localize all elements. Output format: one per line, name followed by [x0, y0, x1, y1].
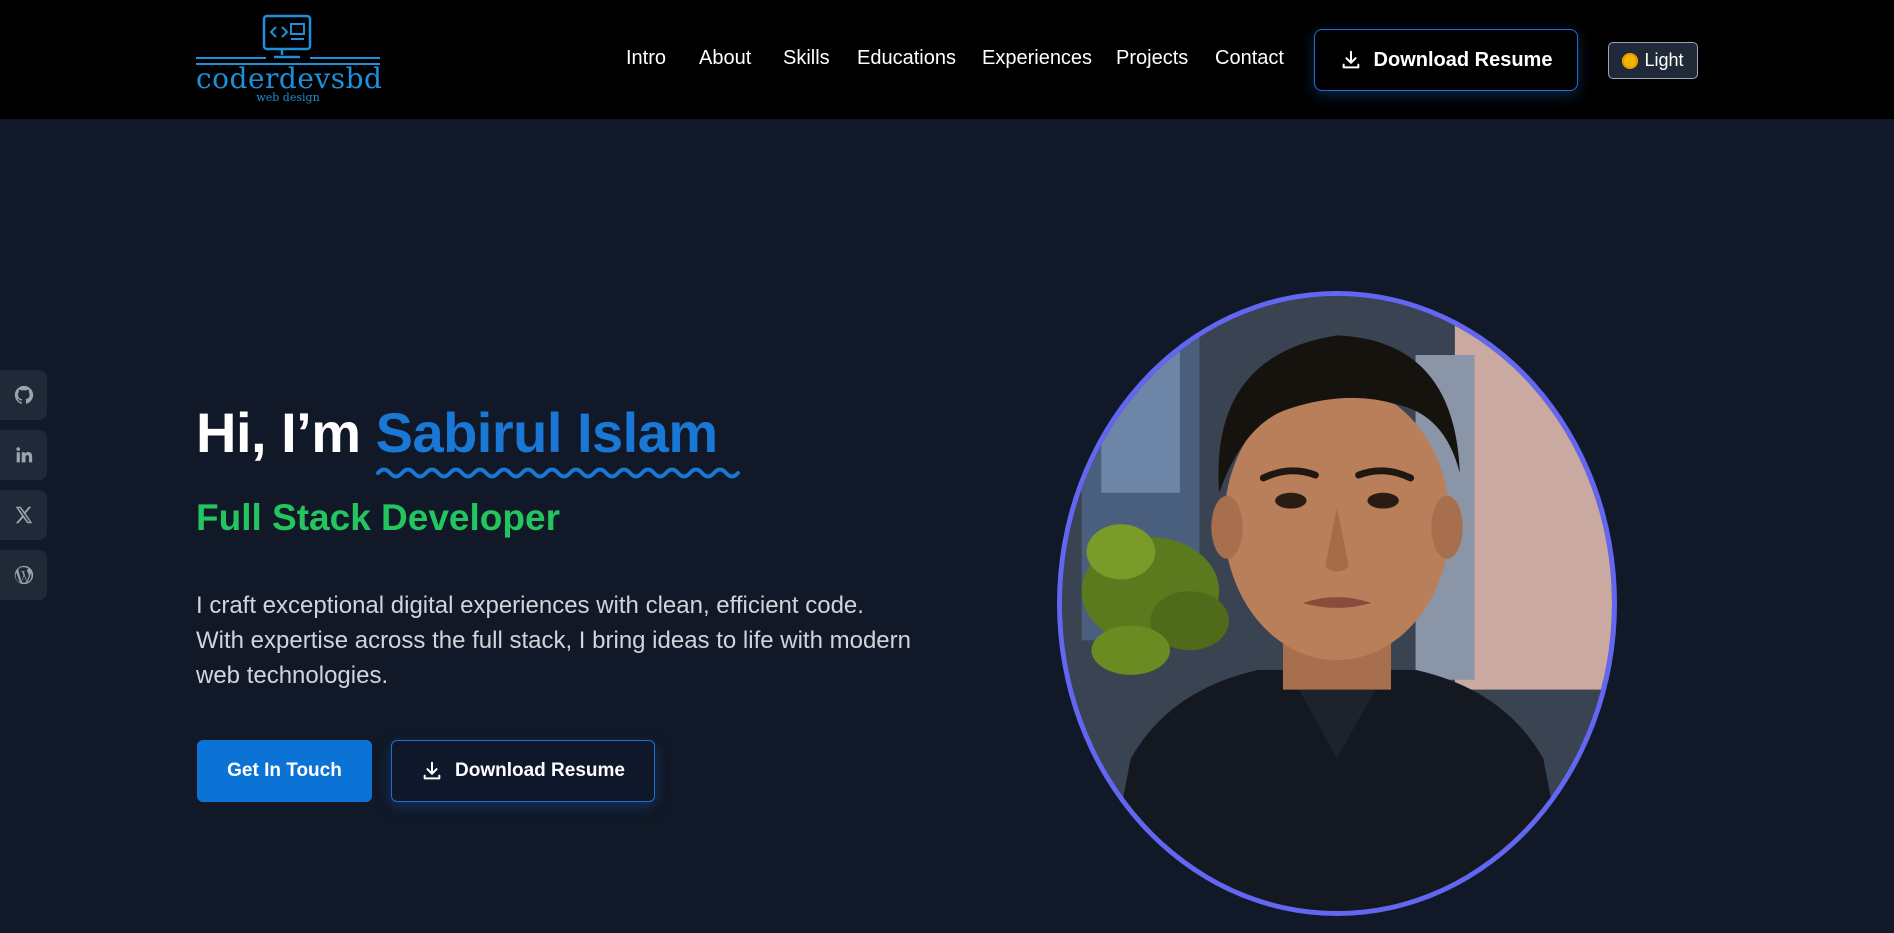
linkedin-icon — [15, 447, 32, 463]
github-icon — [14, 385, 33, 404]
x-twitter-icon — [15, 506, 32, 524]
nav-link-educations[interactable]: Educations — [857, 47, 956, 70]
nav-link-about[interactable]: About — [699, 47, 751, 70]
hero-description: I craft exceptional digital experiences … — [196, 592, 911, 689]
header-download-resume-label: Download Resume — [1373, 48, 1553, 71]
hero-download-resume-button[interactable]: Download Resume — [391, 740, 655, 802]
nav-link-skills[interactable]: Skills — [783, 47, 830, 70]
nav-link-contact[interactable]: Contact — [1215, 47, 1284, 70]
get-in-touch-label: Get In Touch — [227, 760, 342, 781]
social-x-link[interactable] — [0, 490, 47, 540]
nav-link-intro[interactable]: Intro — [626, 47, 666, 70]
download-icon — [423, 761, 441, 780]
wordpress-icon — [14, 565, 33, 585]
profile-photo — [1057, 291, 1617, 916]
hero-name: Sabirul Islam — [375, 401, 740, 479]
sun-icon — [1622, 52, 1639, 69]
site-logo[interactable]: coderdevsbd web design — [196, 14, 382, 106]
name-squiggle-underline — [375, 467, 740, 479]
hero-name-text: Sabirul Islam — [375, 401, 719, 464]
hero-heading: Hi, I’m Sabirul Islam — [196, 400, 740, 479]
nav-link-experiences[interactable]: Experiences — [982, 47, 1092, 70]
hero-greeting: Hi, I’m — [196, 401, 376, 464]
social-linkedin-link[interactable] — [0, 430, 47, 480]
theme-toggle-button[interactable]: Light — [1608, 42, 1698, 79]
social-wordpress-link[interactable] — [0, 550, 47, 600]
social-github-link[interactable] — [0, 370, 47, 420]
get-in-touch-button[interactable]: Get In Touch — [197, 740, 372, 802]
site-header: coderdevsbd web design Intro About Skill… — [0, 0, 1894, 119]
hero-role: Full Stack Developer — [196, 497, 560, 538]
nav-link-projects[interactable]: Projects — [1116, 47, 1188, 70]
hero-download-resume-label: Download Resume — [455, 760, 625, 781]
header-download-resume-button[interactable]: Download Resume — [1314, 29, 1578, 91]
download-icon — [1342, 50, 1359, 69]
theme-toggle-label: Light — [1644, 50, 1684, 70]
logo-tagline: web design — [256, 91, 320, 104]
portrait-illustration — [1062, 296, 1612, 911]
